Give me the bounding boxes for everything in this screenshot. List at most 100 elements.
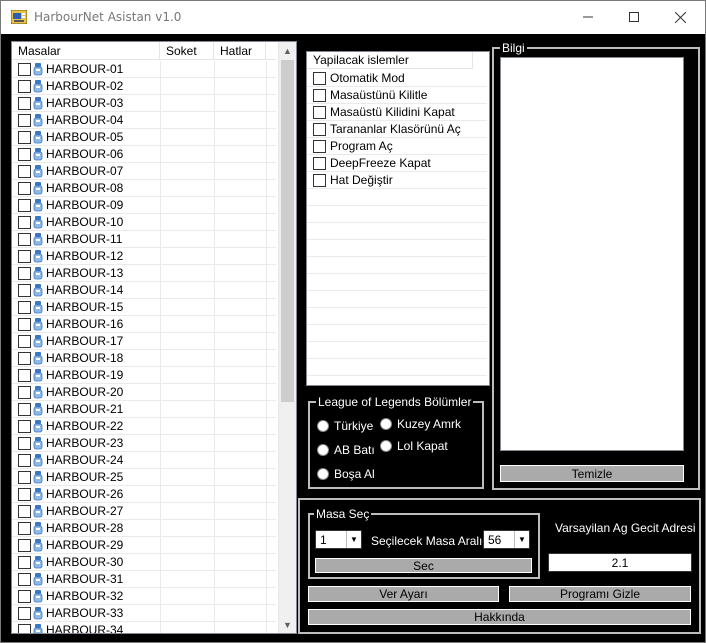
action-checkbox[interactable] [313,139,326,153]
row-checkbox[interactable] [18,317,31,331]
column-header-soket[interactable]: Soket [160,42,214,60]
radio-turkiye[interactable]: Türkiye [317,419,373,433]
action-item[interactable]: Program Aç [307,138,487,155]
row-checkbox[interactable] [18,470,31,484]
radio-circle[interactable] [317,468,329,480]
row-checkbox[interactable] [18,402,31,416]
table-row[interactable]: HARBOUR-31 [12,571,276,588]
row-checkbox[interactable] [18,606,31,620]
row-checkbox[interactable] [18,334,31,348]
action-item[interactable]: Hat Değiştir [307,172,487,189]
table-row[interactable]: HARBOUR-25 [12,469,276,486]
radio-circle[interactable] [317,444,329,456]
minimize-button[interactable] [565,1,611,33]
radio-kuzey-amrk[interactable]: Kuzey Amrk [380,417,461,431]
action-item[interactable]: Masaüstü Kilidini Kapat [307,104,487,121]
row-checkbox[interactable] [18,215,31,229]
table-row[interactable]: HARBOUR-26 [12,486,276,503]
row-checkbox[interactable] [18,368,31,382]
actions-header[interactable]: Yapilacak islemler [307,52,473,69]
radio-lol-kapat[interactable]: Lol Kapat [380,439,448,453]
table-row[interactable]: HARBOUR-22 [12,418,276,435]
table-row[interactable]: HARBOUR-17 [12,333,276,350]
table-row[interactable]: HARBOUR-05 [12,129,276,146]
action-item[interactable]: DeepFreeze Kapat [307,155,487,172]
table-row[interactable]: HARBOUR-28 [12,520,276,537]
table-row[interactable]: HARBOUR-10 [12,214,276,231]
title-bar[interactable]: HarbourNet Asistan v1.0 [1,1,705,34]
row-checkbox[interactable] [18,623,31,633]
table-row[interactable]: HARBOUR-07 [12,163,276,180]
table-row[interactable]: HARBOUR-20 [12,384,276,401]
table-row[interactable]: HARBOUR-24 [12,452,276,469]
table-row[interactable]: HARBOUR-34 [12,622,276,633]
scrollbar-thumb[interactable] [281,60,294,402]
table-row[interactable]: HARBOUR-30 [12,554,276,571]
table-row[interactable]: HARBOUR-15 [12,299,276,316]
radio-circle[interactable] [380,440,392,452]
masa-to-select[interactable]: 56 ▼ [483,530,530,549]
action-checkbox[interactable] [313,156,326,170]
sec-button[interactable]: Sec [314,557,533,574]
row-checkbox[interactable] [18,147,31,161]
row-checkbox[interactable] [18,198,31,212]
row-checkbox[interactable] [18,232,31,246]
row-checkbox[interactable] [18,487,31,501]
row-checkbox[interactable] [18,572,31,586]
row-checkbox[interactable] [18,62,31,76]
row-checkbox[interactable] [18,589,31,603]
table-row[interactable]: HARBOUR-18 [12,350,276,367]
table-row[interactable]: HARBOUR-04 [12,112,276,129]
table-row[interactable]: HARBOUR-21 [12,401,276,418]
row-checkbox[interactable] [18,351,31,365]
action-item[interactable]: Tarananlar Klasörünü Aç [307,121,487,138]
chevron-down-icon[interactable]: ▼ [514,531,529,548]
row-checkbox[interactable] [18,164,31,178]
action-checkbox[interactable] [313,71,326,85]
table-row[interactable]: HARBOUR-14 [12,282,276,299]
radio-ab-bati[interactable]: AB Batı [317,443,375,457]
table-row[interactable]: HARBOUR-19 [12,367,276,384]
action-checkbox[interactable] [313,88,326,102]
row-checkbox[interactable] [18,249,31,263]
gateway-input[interactable]: 2.1 [548,553,692,572]
hakkinda-button[interactable]: Hakkında [307,608,692,626]
table-row[interactable]: HARBOUR-01 [12,61,276,78]
row-checkbox[interactable] [18,555,31,569]
table-row[interactable]: HARBOUR-12 [12,248,276,265]
action-checkbox[interactable] [313,105,326,119]
table-row[interactable]: HARBOUR-03 [12,95,276,112]
row-checkbox[interactable] [18,436,31,450]
masa-from-select[interactable]: 1 ▼ [315,530,362,549]
row-checkbox[interactable] [18,419,31,433]
row-checkbox[interactable] [18,79,31,93]
radio-circle[interactable] [380,418,392,430]
column-header-masalar[interactable]: Masalar [12,42,160,60]
column-header-hatlar[interactable]: Hatlar [214,42,266,60]
vertical-scrollbar[interactable]: ▲ ▼ [278,42,296,633]
scroll-down-arrow-icon[interactable]: ▼ [279,616,296,633]
table-row[interactable]: HARBOUR-09 [12,197,276,214]
temizle-button[interactable]: Temizle [499,464,685,483]
row-checkbox[interactable] [18,181,31,195]
radio-circle[interactable] [317,420,329,432]
table-row[interactable]: HARBOUR-08 [12,180,276,197]
scroll-up-arrow-icon[interactable]: ▲ [279,42,296,59]
table-row[interactable]: HARBOUR-02 [12,78,276,95]
row-checkbox[interactable] [18,300,31,314]
table-row[interactable]: HARBOUR-33 [12,605,276,622]
table-row[interactable]: HARBOUR-13 [12,265,276,282]
bilgi-textbox[interactable] [500,57,684,451]
action-checkbox[interactable] [313,122,326,136]
maximize-button[interactable] [611,1,657,33]
machine-list[interactable]: Masalar Soket Hatlar HARBOUR-01 HARBOUR-0… [11,41,297,634]
row-checkbox[interactable] [18,96,31,110]
table-row[interactable]: HARBOUR-16 [12,316,276,333]
radio-bosa-al[interactable]: Boşa Al [317,467,375,481]
row-checkbox[interactable] [18,130,31,144]
row-checkbox[interactable] [18,521,31,535]
row-checkbox[interactable] [18,453,31,467]
actions-list[interactable]: Yapilacak islemler Otomatik Mod Masaüstün… [306,51,490,386]
row-checkbox[interactable] [18,266,31,280]
row-checkbox[interactable] [18,538,31,552]
